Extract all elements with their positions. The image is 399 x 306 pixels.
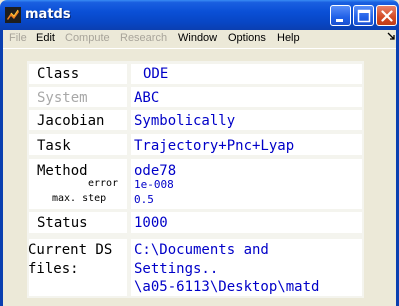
close-button[interactable]: [376, 5, 397, 26]
matlab-icon[interactable]: [5, 7, 21, 23]
task-value: Trajectory+Pnc+Lyap: [134, 138, 295, 154]
window-frame-left: [0, 30, 3, 306]
minimize-button[interactable]: [330, 5, 351, 26]
ds-info-panel: Class ODE System ABC Jacobian Symbolical…: [27, 61, 364, 298]
menu-window[interactable]: Window: [178, 32, 217, 44]
system-label: System: [37, 90, 88, 106]
error-value: 1e-008: [134, 178, 174, 191]
status-label: Status: [37, 215, 88, 231]
menu-compute[interactable]: Compute: [65, 32, 110, 44]
task-label: Task: [37, 138, 71, 154]
menu-file[interactable]: File: [9, 32, 27, 44]
files-label-line2: files:: [28, 261, 79, 277]
status-value: 1000: [134, 215, 168, 231]
menu-research[interactable]: Research: [120, 32, 167, 44]
system-value: ABC: [134, 90, 160, 106]
class-value: ODE: [143, 66, 169, 82]
files-path-line1: C:\Documents and: [134, 242, 269, 258]
close-icon: [381, 10, 393, 22]
method-label: Method: [37, 163, 88, 179]
menu-edit[interactable]: Edit: [36, 32, 55, 44]
maximize-button[interactable]: [353, 5, 374, 26]
files-label-line1: Current DS: [28, 242, 113, 258]
max-step-label: max. step: [52, 193, 107, 204]
system-value-cell[interactable]: [131, 87, 362, 107]
files-path-line3: \a05-6113\Desktop\matd: [134, 279, 320, 295]
class-label: Class: [37, 66, 80, 82]
dock-arrow-icon[interactable]: [386, 31, 396, 43]
files-path-line2: Settings..: [134, 261, 219, 277]
jacobian-label: Jacobian: [37, 113, 105, 129]
maximize-icon: [357, 9, 371, 23]
title-bar[interactable]: matds: [0, 0, 399, 30]
error-label: error: [88, 178, 119, 189]
method-value: ode78: [134, 163, 177, 179]
jacobian-value: Symbolically: [134, 113, 236, 129]
max-step-value: 0.5: [134, 193, 154, 206]
menu-options[interactable]: Options: [228, 32, 266, 44]
menu-bar: File Edit Compute Research Window Option…: [3, 30, 396, 49]
minimize-icon: [336, 19, 343, 22]
menu-help[interactable]: Help: [277, 32, 300, 44]
window-title: matds: [25, 7, 71, 22]
